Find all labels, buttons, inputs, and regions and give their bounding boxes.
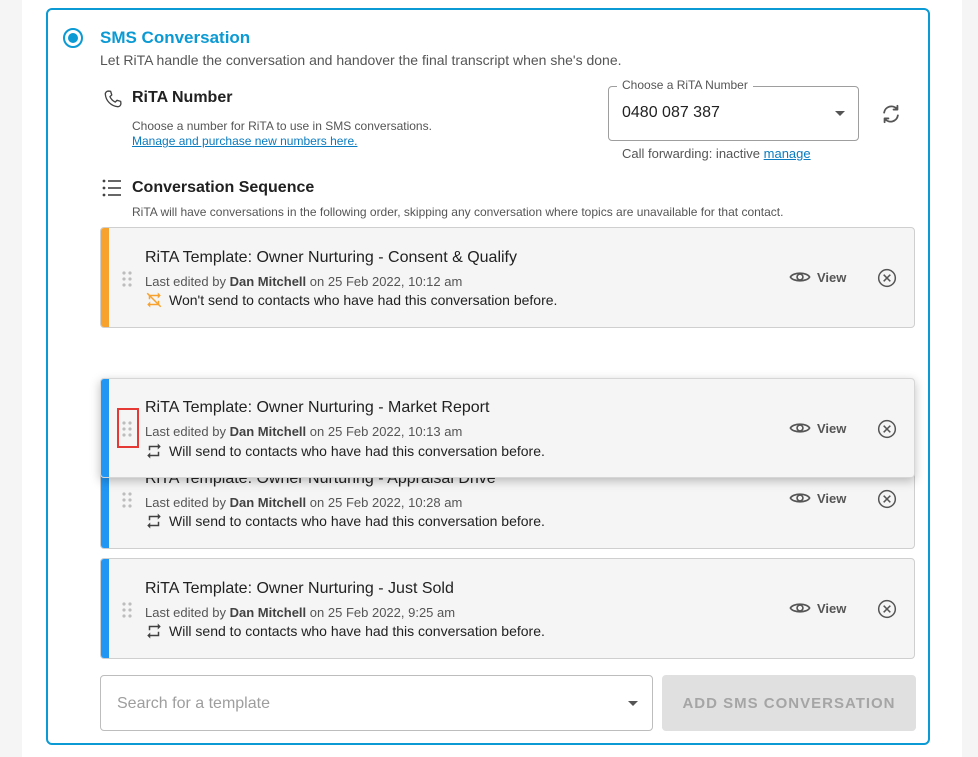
call-forwarding-label: Call forwarding: inactive <box>622 146 761 161</box>
drag-handle-icon[interactable] <box>121 491 133 509</box>
no-repeat-icon <box>146 292 162 308</box>
repeat-icon <box>147 443 161 459</box>
list-icon <box>102 179 121 197</box>
drag-handle-icon[interactable] <box>121 270 133 288</box>
card-title: RiTA Template: Owner Nurturing - Market … <box>145 399 490 416</box>
card-stripe <box>101 379 109 477</box>
template-search-box[interactable] <box>100 675 653 731</box>
eye-icon <box>789 493 811 503</box>
card-send-note: Will send to contacts who have had this … <box>169 513 545 529</box>
refresh-icon[interactable] <box>880 103 902 125</box>
manage-numbers-link[interactable]: Manage and purchase new numbers here. <box>132 134 357 148</box>
phone-icon <box>104 90 122 108</box>
card-send-note: Won't send to contacts who have had this… <box>169 292 558 308</box>
repeat-icon <box>147 513 161 529</box>
remove-conversation-icon[interactable] <box>877 599 897 619</box>
remove-conversation-icon[interactable] <box>877 268 897 288</box>
rita-number-description: Choose a number for RiTA to use in SMS c… <box>132 119 432 133</box>
eye-icon <box>789 423 811 433</box>
view-button[interactable]: View <box>789 269 846 285</box>
card-stripe <box>101 559 109 658</box>
conversation-card-consent-qualify[interactable]: RiTA Template: Owner Nurturing - Consent… <box>100 227 915 328</box>
card-last-edited: Last edited by Dan Mitchell on 25 Feb 20… <box>145 424 463 439</box>
view-button[interactable]: View <box>789 600 846 616</box>
conversation-sequence-description: RiTA will have conversations in the foll… <box>132 205 784 219</box>
card-send-note: Will send to contacts who have had this … <box>169 443 545 459</box>
sms-conversation-description: Let RiTA handle the conversation and han… <box>100 52 622 68</box>
repeat-icon <box>147 623 161 639</box>
view-button[interactable]: View <box>789 490 846 506</box>
call-forwarding-manage-link[interactable]: manage <box>764 146 811 161</box>
conversation-card-market-report-dragging[interactable]: RiTA Template: Owner Nurturing - Market … <box>100 378 915 478</box>
sms-conversation-radio[interactable] <box>63 28 83 48</box>
conversation-sequence-title: Conversation Sequence <box>132 179 315 196</box>
search-caret-icon[interactable] <box>628 701 638 706</box>
card-send-note: Will send to contacts who have had this … <box>169 623 545 639</box>
card-last-edited: Last edited by Dan Mitchell on 25 Feb 20… <box>145 495 463 510</box>
eye-icon <box>789 603 811 613</box>
select-caret-icon <box>835 111 845 116</box>
card-stripe <box>101 228 109 327</box>
eye-icon <box>789 272 811 282</box>
sms-conversation-title: SMS Conversation <box>100 28 251 47</box>
card-title: RiTA Template: Owner Nurturing - Just So… <box>145 580 454 597</box>
view-button[interactable]: View <box>789 420 846 436</box>
drag-handle-icon[interactable] <box>121 601 133 619</box>
remove-conversation-icon[interactable] <box>877 489 897 509</box>
rita-number-select-label: Choose a RiTA Number <box>617 78 753 92</box>
rita-number-selected-value: 0480 087 387 <box>622 104 720 121</box>
drag-handle-highlight <box>117 408 139 448</box>
call-forwarding-status: Call forwarding: inactive manage <box>622 146 811 161</box>
add-sms-conversation-button[interactable]: ADD SMS CONVERSATION <box>662 675 916 731</box>
card-last-edited: Last edited by Dan Mitchell on 25 Feb 20… <box>145 605 456 620</box>
rita-number-title: RiTA Number <box>132 89 233 106</box>
card-last-edited: Last edited by Dan Mitchell on 25 Feb 20… <box>145 274 463 289</box>
conversation-card-just-sold[interactable]: RiTA Template: Owner Nurturing - Just So… <box>100 558 915 659</box>
template-search-input[interactable] <box>115 677 619 731</box>
remove-conversation-icon[interactable] <box>877 419 897 439</box>
card-title: RiTA Template: Owner Nurturing - Consent… <box>145 249 517 266</box>
